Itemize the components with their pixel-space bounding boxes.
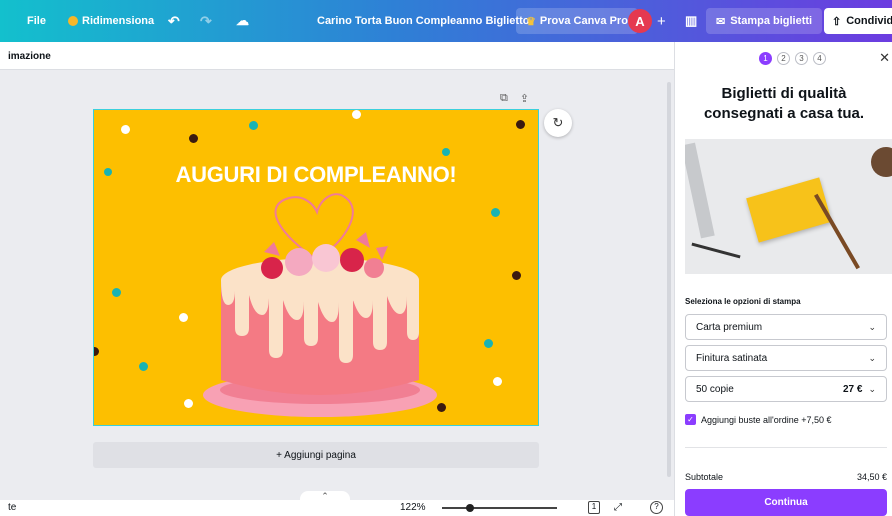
document-title[interactable]: Carino Torta Buon Compleanno Biglietto <box>317 0 529 42</box>
panel-title-line2: consegnati a casa tua. <box>703 105 865 122</box>
subtotal-row: Subtotale 34,50 € <box>685 472 887 482</box>
print-panel: 1 2 3 4 ✕ Biglietti di qualità consegnat… <box>674 42 892 516</box>
help-button[interactable]: ? <box>650 501 663 514</box>
undo-icon[interactable]: ↶ <box>168 0 180 42</box>
envelopes-label: Aggiungi buste all'ordine +7,50 € <box>701 414 832 425</box>
envelopes-checkbox[interactable]: ✓ <box>685 414 696 425</box>
crown-icon <box>68 16 78 26</box>
refresh-icon[interactable]: ↻ <box>544 109 572 137</box>
subtotal-value: 34,50 € <box>856 472 887 482</box>
print-options-label: Seleziona le opzioni di stampa <box>685 297 801 306</box>
add-page-icon[interactable]: ⇪ <box>520 92 529 105</box>
coffee-cup-illustration <box>871 147 892 177</box>
continue-button[interactable]: Continua <box>685 489 887 516</box>
page-count-button[interactable]: 1 <box>588 501 600 514</box>
page-tools: ⧉ ⇪ <box>500 92 529 105</box>
quantity-value: 50 copie <box>696 383 734 395</box>
print-label: Stampa biglietti <box>730 15 813 27</box>
divider <box>685 447 887 448</box>
finish-value: Finitura satinata <box>696 352 768 364</box>
step-3: 3 <box>795 52 808 65</box>
step-2: 2 <box>777 52 790 65</box>
chevron-down-icon: ⌄ <box>868 383 876 394</box>
fullscreen-icon[interactable]: ⤢ <box>614 502 622 513</box>
zoom-level[interactable]: 122% <box>400 502 426 513</box>
share-button[interactable]: ⇧ Condividi <box>824 8 892 34</box>
print-icon: ✉ <box>716 15 726 28</box>
duplicate-page-icon[interactable]: ⧉ <box>500 92 508 105</box>
bottom-bar: te 122% 1 ⤢ ? <box>0 500 674 516</box>
panel-title-line1: Biglietti di qualità <box>721 85 847 102</box>
avatar[interactable]: A <box>628 9 652 33</box>
promo-image <box>685 139 892 274</box>
scrollbar-thumb[interactable] <box>667 82 671 477</box>
quantity-price: 27 € <box>842 383 863 395</box>
try-pro-label: Prova Canva Pro <box>539 15 628 27</box>
crown-icon: ♛ <box>526 15 536 28</box>
quantity-select[interactable]: 50 copie 27 € ⌄ <box>685 376 887 402</box>
paper-select[interactable]: Carta premium ⌄ <box>685 314 887 340</box>
share-label: Condividi <box>846 15 892 27</box>
finish-select[interactable]: Finitura satinata ⌄ <box>685 345 887 371</box>
chevron-down-icon: ⌄ <box>868 352 876 363</box>
add-page-button[interactable]: + Aggiungi pagina <box>93 442 539 468</box>
print-cards-button[interactable]: ✉ Stampa biglietti <box>706 8 823 34</box>
paper-value: Carta premium <box>696 321 763 333</box>
pen-illustration <box>814 193 860 270</box>
printed-card-illustration <box>746 177 832 243</box>
ruler-illustration <box>685 142 715 239</box>
subtotal-label: Subtotale <box>685 472 724 482</box>
animation-button[interactable]: imazione <box>8 51 51 62</box>
chevron-down-icon: ⌄ <box>868 321 876 332</box>
pencil-illustration <box>691 242 741 259</box>
resize-button[interactable]: Ridimensiona <box>68 0 154 42</box>
step-4: 4 <box>813 52 826 65</box>
zoom-slider-handle[interactable] <box>466 504 474 512</box>
context-toolbar: imazione <box>0 42 674 70</box>
design-page[interactable]: AUGURI DI COMPLEANNO! <box>93 109 539 426</box>
vertical-scrollbar[interactable] <box>664 72 674 492</box>
redo-icon[interactable]: ↷ <box>200 0 212 42</box>
resize-label: Ridimensiona <box>82 15 155 27</box>
try-pro-button[interactable]: ♛ Prova Canva Pro <box>516 8 638 34</box>
file-menu-button[interactable]: File <box>27 0 46 42</box>
step-indicator: 1 2 3 4 <box>759 52 826 65</box>
cloud-save-icon[interactable]: ☁ <box>236 0 249 42</box>
panel-title: Biglietti di qualità consegnati a casa t… <box>675 84 892 124</box>
add-envelopes-option[interactable]: ✓ Aggiungi buste all'ordine +7,50 € <box>685 414 832 425</box>
birthday-cake-illustration[interactable] <box>94 110 539 426</box>
insights-icon[interactable]: ▥ <box>685 0 697 42</box>
notes-button[interactable]: te <box>8 502 16 513</box>
add-collaborator-button[interactable]: + <box>657 0 666 42</box>
step-1: 1 <box>759 52 772 65</box>
share-icon: ⇧ <box>832 15 842 28</box>
close-icon[interactable]: ✕ <box>879 50 890 66</box>
top-toolbar: File Ridimensiona ↶ ↷ ☁ Carino Torta Buo… <box>0 0 892 42</box>
zoom-slider[interactable] <box>442 507 557 509</box>
